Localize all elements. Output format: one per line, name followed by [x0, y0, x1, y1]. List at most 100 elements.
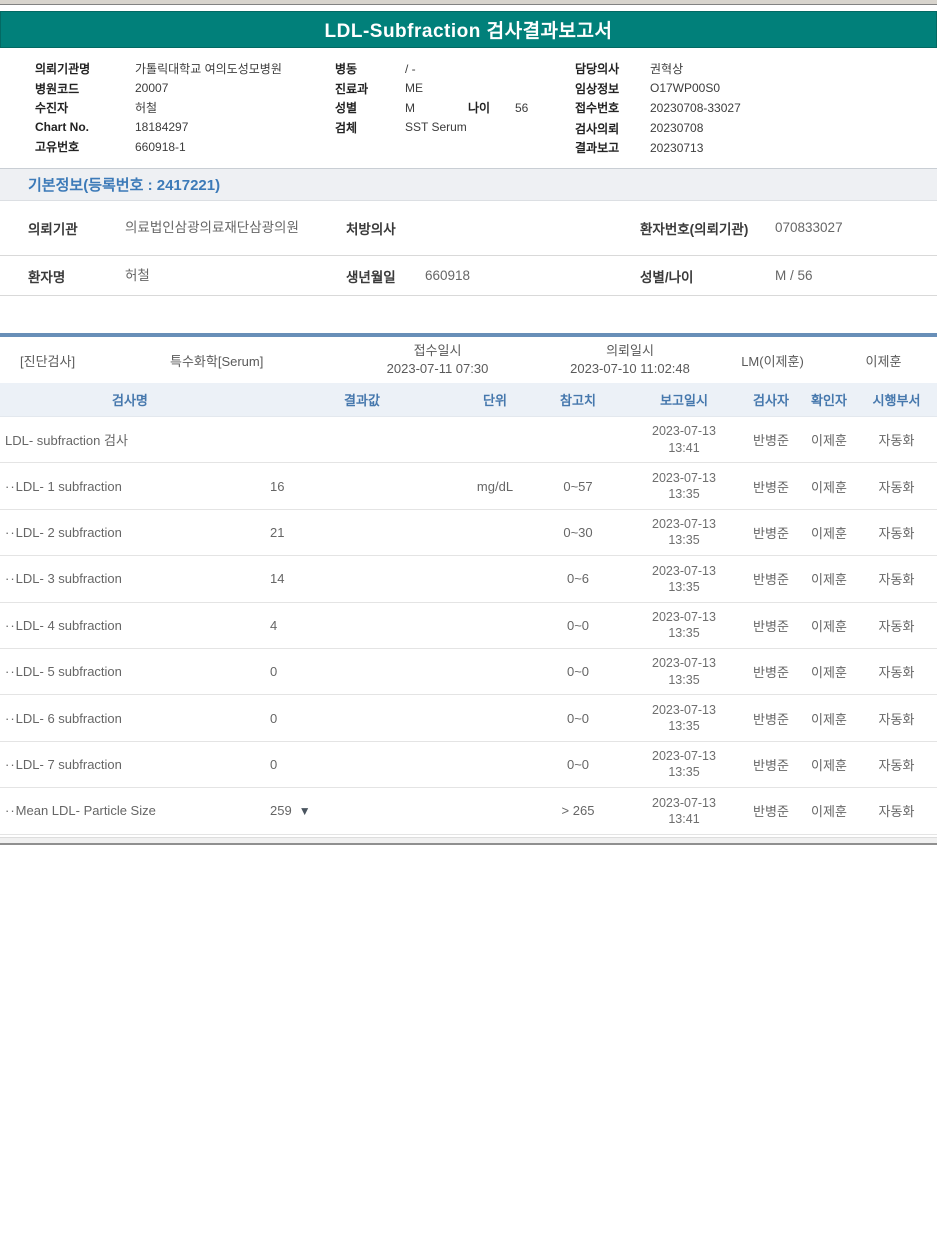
field-label: 성별: [335, 99, 405, 116]
field-label: 환자번호(의뢰기관): [612, 218, 775, 238]
result-value: 0: [270, 664, 277, 679]
reference-range: 0~0: [528, 711, 628, 726]
department: 자동화: [856, 662, 937, 681]
table-row: ··LDL- 3 subfraction 14 0~6 2023-07-1313…: [0, 556, 937, 602]
order-category: [진단검사]: [0, 351, 150, 370]
tester: 반병준: [740, 569, 802, 588]
section-title: 기본정보(등록번호 : 2417221): [28, 174, 220, 195]
indent-dots: ··: [5, 618, 16, 633]
indent-dots: ··: [5, 757, 16, 772]
test-name: Mean LDL- Particle Size: [16, 803, 156, 818]
test-name: LDL- 4 subfraction: [16, 618, 122, 633]
column-header: 검사명: [0, 390, 262, 409]
basic-info-row: 의뢰기관 의료법인삼광의료재단삼광의원 처방의사 환자번호(의뢰기관) 0708…: [0, 201, 937, 256]
report-date: 2023-07-13: [652, 609, 716, 625]
table-row: ··LDL- 1 subfraction 16 mg/dL 0~57 2023-…: [0, 463, 937, 509]
test-name: LDL- 3 subfraction: [16, 571, 122, 586]
report-title-bar: LDL-Subfraction 검사결과보고서: [0, 11, 937, 48]
indent-dots: ··: [5, 711, 16, 726]
receipt-time: 2023-07-11 07:30: [387, 360, 489, 378]
request-datetime: 의뢰일시 2023-07-10 11:02:48: [545, 342, 715, 377]
field-value: O17WP00S0: [650, 81, 720, 95]
department: 자동화: [856, 523, 937, 542]
report-time: 13:41: [668, 440, 699, 456]
request-label: 의뢰일시: [606, 342, 654, 360]
verifier: 이제훈: [802, 569, 856, 588]
report-time: 13:35: [668, 579, 699, 595]
field-value: 20230713: [650, 141, 703, 155]
receipt-datetime: 접수일시 2023-07-11 07:30: [330, 342, 545, 377]
result-value: 14: [270, 571, 284, 586]
result-value: 16: [270, 479, 284, 494]
field-value: 권혁상: [650, 60, 683, 77]
field-label: 의뢰기관명: [35, 60, 135, 77]
field-value: 허철: [125, 267, 318, 285]
field-label: 접수번호: [575, 99, 650, 116]
field-label: 검사의뢰: [575, 120, 650, 137]
results-table-header: 검사명 결과값 단위 참고치 보고일시 검사자 확인자 시행부서: [0, 383, 937, 417]
field-value: 660918-1: [135, 140, 186, 154]
reference-range: 0~0: [528, 664, 628, 679]
department: 자동화: [856, 755, 937, 774]
low-flag-icon: ▼: [299, 804, 311, 818]
window-top-edge: [0, 0, 937, 5]
column-header: 확인자: [802, 390, 856, 409]
field-value: 20230708: [650, 121, 703, 135]
reference-range: 0~57: [528, 479, 628, 494]
scrollbar-track[interactable]: [0, 837, 937, 845]
tester: 반병준: [740, 616, 802, 635]
result-value: 21: [270, 525, 284, 540]
field-label: 담당의사: [575, 60, 650, 77]
verifier: 이제훈: [802, 430, 856, 449]
order-department: LM(이제훈): [715, 351, 830, 370]
test-name: LDL- 7 subfraction: [16, 757, 122, 772]
report-date: 2023-07-13: [652, 516, 716, 532]
unit: mg/dL: [462, 479, 528, 494]
indent-dots: ··: [5, 664, 16, 679]
department: 자동화: [856, 477, 937, 496]
verifier: 이제훈: [802, 616, 856, 635]
report-time: 13:35: [668, 672, 699, 688]
test-name: LDL- subfraction 검사: [5, 433, 128, 448]
tester: 반병준: [740, 477, 802, 496]
tester: 반병준: [740, 662, 802, 681]
column-header: 검사자: [740, 390, 802, 409]
verifier: 이제훈: [802, 709, 856, 728]
field-label: 의뢰기관: [0, 218, 125, 238]
report-header-info: 의뢰기관명가톨릭대학교 여의도성모병원 병원코드20007 수진자허철 Char…: [0, 48, 937, 151]
field-label: 검체: [335, 119, 405, 136]
field-label: 처방의사: [318, 218, 425, 238]
report-date: 2023-07-13: [652, 423, 716, 439]
report-time: 13:35: [668, 625, 699, 641]
field-value: 가톨릭대학교 여의도성모병원: [135, 60, 282, 77]
indent-dots: ··: [5, 571, 16, 586]
department: 자동화: [856, 709, 937, 728]
result-value: 0: [270, 711, 277, 726]
order-test-group: 특수화학[Serum]: [150, 351, 330, 370]
test-name: LDL- 5 subfraction: [16, 664, 122, 679]
header-info-middle: 병동/ - 진료과ME 성별M나이56 검체SST Serum: [335, 59, 528, 137]
order-person: 이제훈: [830, 351, 937, 370]
header-info-right: 담당의사권혁상 임상정보O17WP00S0 접수번호20230708-33027…: [575, 59, 741, 158]
field-label: 환자명: [0, 266, 125, 286]
tester: 반병준: [740, 755, 802, 774]
request-time: 2023-07-10 11:02:48: [570, 360, 690, 378]
report-date: 2023-07-13: [652, 470, 716, 486]
verifier: 이제훈: [802, 662, 856, 681]
result-value: 0: [270, 757, 277, 772]
department: 자동화: [856, 616, 937, 635]
reference-range: > 265: [528, 803, 628, 818]
field-value: M / 56: [775, 267, 937, 285]
field-value: SST Serum: [405, 120, 467, 134]
page-title: LDL-Subfraction 검사결과보고서: [325, 16, 613, 43]
table-row: ··LDL- 2 subfraction 21 0~30 2023-07-131…: [0, 510, 937, 556]
order-summary-row: [진단검사] 특수화학[Serum] 접수일시 2023-07-11 07:30…: [0, 333, 937, 383]
report-time: 13:41: [668, 811, 699, 827]
tester: 반병준: [740, 523, 802, 542]
department: 자동화: [856, 430, 937, 449]
field-label: 진료과: [335, 80, 405, 97]
verifier: 이제훈: [802, 477, 856, 496]
header-info-left: 의뢰기관명가톨릭대학교 여의도성모병원 병원코드20007 수진자허철 Char…: [35, 59, 282, 157]
field-label: 나이: [468, 99, 515, 116]
column-header: 시행부서: [856, 390, 937, 409]
